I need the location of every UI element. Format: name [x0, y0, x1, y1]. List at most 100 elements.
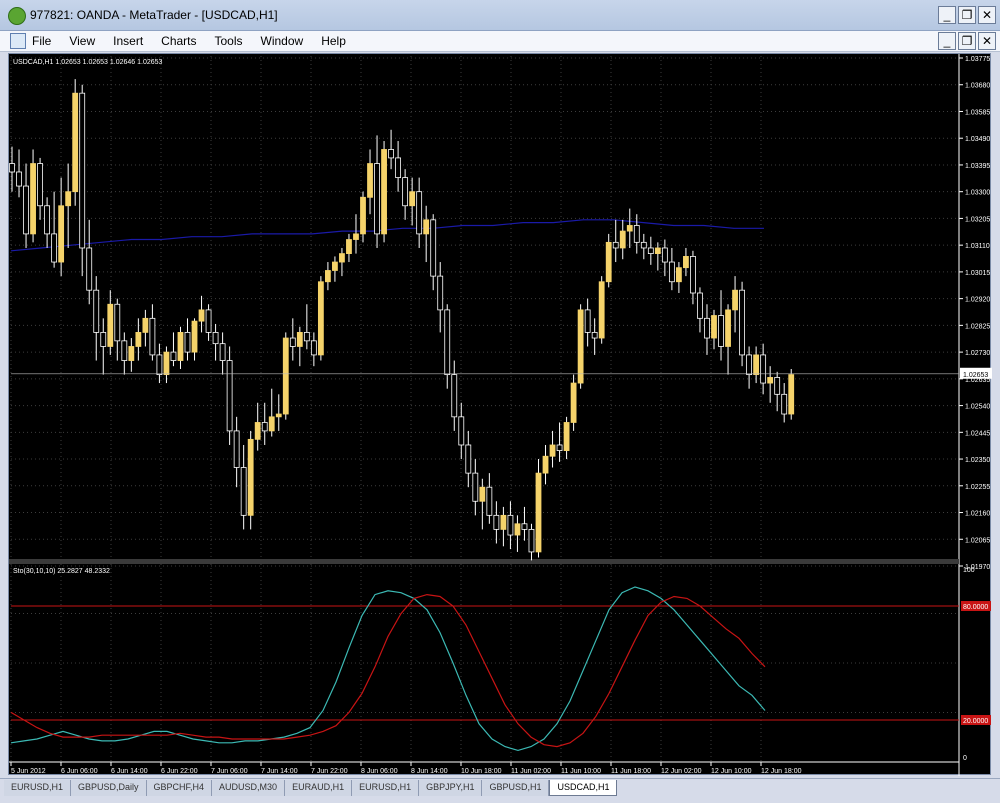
bear-candle — [472, 472, 479, 502]
tab-gbpusd-h1[interactable]: GBPUSD,H1 — [482, 780, 550, 796]
bear-candle — [310, 340, 317, 356]
bull-candle — [626, 225, 633, 232]
price-tick-label: 1.03585 — [965, 109, 990, 116]
tab-usdcad-h1[interactable]: USDCAD,H1 — [549, 780, 618, 796]
bull-candle — [535, 472, 542, 553]
bear-candle — [690, 256, 696, 294]
chart-window[interactable]: 1.03775 1.03680 1.03585 1.03490 1.03395 1.033… — [8, 53, 992, 776]
bear-candle — [668, 261, 675, 283]
tab-gbpjpy-h1[interactable]: GBPJPY,H1 — [419, 780, 483, 796]
doc-minimize-button[interactable]: _ — [938, 32, 956, 50]
doc-close-button[interactable]: ✕ — [978, 32, 996, 50]
time-tick-label: 11 Jun 10:00 — [561, 768, 601, 775]
tab-gbpchf-h4[interactable]: GBPCHF,H4 — [146, 780, 213, 796]
tab-gbpusd-daily[interactable]: GBPUSD,Daily — [71, 780, 147, 796]
menu-window[interactable]: Window — [261, 34, 304, 48]
bull-candle — [254, 422, 261, 440]
indicator-tick-0: 0 — [963, 755, 967, 762]
bull-candle — [479, 486, 486, 502]
bear-candle — [156, 354, 163, 376]
chart-tabs-bar: EURUSD,H1 GBPUSD,Daily GBPCHF,H4 AUDUSD,… — [0, 778, 1000, 803]
price-tick-label: 1.03110 — [965, 243, 990, 250]
bull-candle — [676, 267, 682, 283]
bear-candle — [205, 309, 212, 333]
document-icon[interactable] — [10, 33, 26, 49]
price-tick-label: 1.02255 — [965, 484, 990, 491]
bear-candle — [289, 337, 296, 347]
price-tick-label: 1.03205 — [965, 216, 990, 223]
bear-candle — [718, 315, 724, 347]
bear-candle — [739, 289, 745, 356]
price-tick-label: 1.03775 — [965, 56, 990, 63]
bear-candle — [591, 332, 598, 339]
time-tick-label: 7 Jun 06:00 — [211, 768, 248, 775]
window-controls: _ ❐ ✕ — [938, 6, 996, 24]
bull-candle — [317, 281, 324, 356]
bull-candle — [332, 261, 338, 271]
bull-candle — [339, 253, 345, 263]
bull-candle — [605, 241, 612, 283]
price-tick-label: 1.03300 — [965, 190, 990, 197]
stochastic-signal-line — [10, 593, 766, 748]
bull-candle — [619, 230, 626, 249]
bear-candle — [451, 374, 458, 418]
menu-file[interactable]: File — [32, 34, 51, 48]
close-button[interactable]: ✕ — [978, 6, 996, 24]
tab-eurusd-h1-2[interactable]: EURUSD,H1 — [352, 780, 420, 796]
price-tick-label: 1.02065 — [965, 537, 990, 544]
bear-candle — [44, 205, 50, 235]
menu-insert[interactable]: Insert — [113, 34, 143, 48]
restore-button[interactable]: ❐ — [958, 6, 976, 24]
bear-candle — [114, 303, 121, 342]
price-tick-label: 1.03490 — [965, 136, 990, 143]
bull-candle — [346, 239, 352, 255]
bear-candle — [633, 225, 640, 243]
price-chart[interactable]: 1.03775 1.03680 1.03585 1.03490 1.03395 1.033… — [9, 54, 992, 776]
bear-candle — [486, 486, 493, 516]
bull-candle — [58, 205, 65, 263]
current-price-label: 1.02653 — [963, 372, 988, 379]
bull-candle — [353, 233, 359, 240]
bull-candle — [198, 309, 205, 322]
price-tick-label: 1.02350 — [965, 457, 990, 464]
bull-candle — [683, 256, 689, 269]
bear-candle — [647, 247, 654, 255]
bear-candle — [612, 241, 619, 249]
time-tick-label: 10 Jun 18:00 — [461, 768, 502, 775]
bull-candle — [711, 315, 717, 339]
bear-candle — [79, 92, 86, 249]
bear-candle — [51, 233, 58, 263]
bear-candle — [303, 332, 310, 342]
tab-euraud-h1[interactable]: EURAUD,H1 — [285, 780, 353, 796]
tab-audusd-m30[interactable]: AUDUSD,M30 — [212, 780, 286, 796]
bull-candle — [367, 163, 373, 198]
bull-candle — [107, 303, 114, 347]
bear-candle — [93, 289, 100, 333]
time-tick-label: 6 Jun 14:00 — [111, 768, 148, 775]
price-tick-label: 1.02445 — [965, 430, 990, 437]
bull-candle — [381, 149, 387, 235]
time-tick-label: 12 Jun 18:00 — [761, 768, 802, 775]
bear-candle — [661, 247, 668, 263]
bear-candle — [16, 171, 22, 187]
bull-candle — [409, 191, 416, 207]
bear-candle — [493, 514, 500, 530]
bear-candle — [9, 163, 15, 173]
bear-candle — [170, 351, 177, 361]
bear-candle — [212, 332, 219, 345]
bear-candle — [184, 332, 191, 353]
bull-candle — [577, 309, 584, 384]
menu-help[interactable]: Help — [321, 34, 346, 48]
minimize-button[interactable]: _ — [938, 6, 956, 24]
doc-restore-button[interactable]: ❐ — [958, 32, 976, 50]
menu-view[interactable]: View — [69, 34, 95, 48]
menu-charts[interactable]: Charts — [161, 34, 196, 48]
bear-candle — [374, 163, 380, 235]
bear-candle — [100, 332, 107, 347]
bear-candle — [416, 191, 423, 235]
menu-tools[interactable]: Tools — [215, 34, 243, 48]
bear-candle — [226, 360, 233, 432]
tab-eurusd-h1[interactable]: EURUSD,H1 — [4, 780, 72, 796]
bull-candle — [767, 377, 774, 384]
bear-candle — [584, 309, 591, 333]
